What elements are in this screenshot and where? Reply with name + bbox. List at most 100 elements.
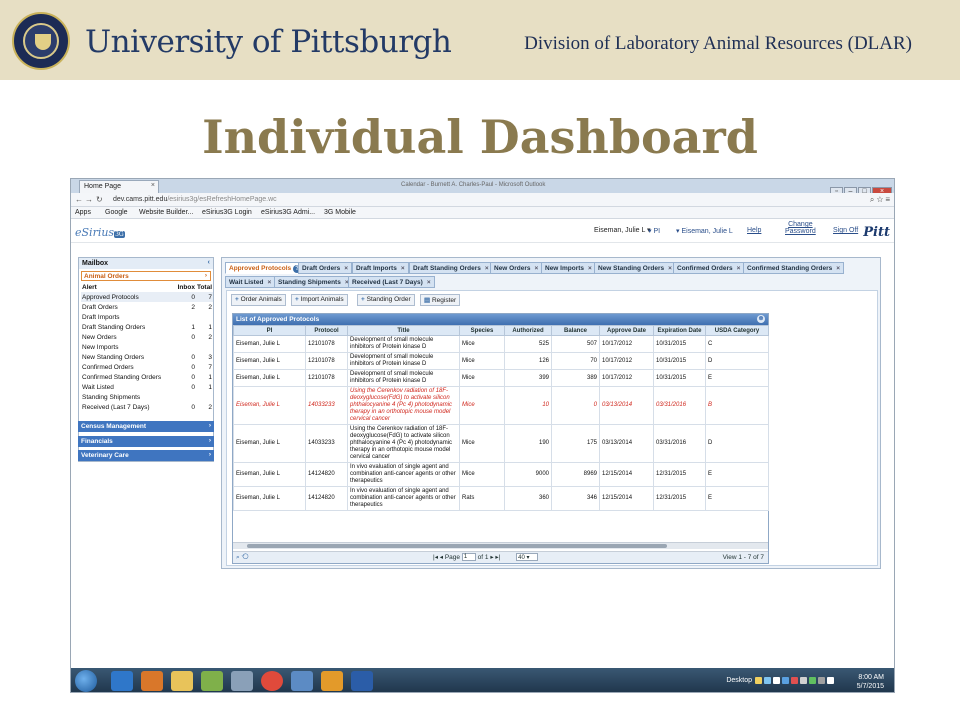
bookmark-google[interactable]: Google	[105, 209, 128, 216]
column-header[interactable]: Authorized	[504, 325, 552, 336]
tab-confirmed-standing-orders[interactable]: Confirmed Standing Orders ×	[743, 262, 845, 274]
page-input[interactable]: 1	[461, 553, 476, 562]
tab-new-standing-orders[interactable]: New Standing Orders ×	[594, 262, 676, 274]
bookmark-esirius-login[interactable]: eSirius3G Login	[202, 209, 252, 216]
financials-section[interactable]: Financials ›	[78, 436, 214, 447]
start-button[interactable]	[75, 670, 97, 692]
tab-confirmed-orders[interactable]: Confirmed Orders ×	[673, 262, 745, 274]
close-icon[interactable]: ×	[668, 265, 672, 272]
search-icon[interactable]: ⌕ ⟲	[236, 554, 248, 562]
table-row[interactable]: Eiseman, Julie L 14033233 Using the Cerenk…	[233, 424, 769, 463]
close-icon[interactable]: ×	[427, 279, 431, 286]
back-icon[interactable]: ←	[75, 195, 83, 204]
order-animals-button[interactable]: + Order Animals	[231, 294, 286, 306]
clock[interactable]: 8:00 AM 5/7/2015	[857, 673, 884, 691]
census-management-section[interactable]: Census Management ›	[78, 421, 214, 432]
animal-orders-section[interactable]: Animal Orders ›	[81, 271, 211, 281]
close-icon[interactable]: ×	[151, 182, 155, 189]
column-header[interactable]: Expiration Date	[653, 325, 706, 336]
explorer-icon[interactable]	[201, 671, 223, 691]
prev-page-icon[interactable]: ◂	[440, 554, 443, 561]
bookmark-esirius-admin[interactable]: eSirius3G Admi...	[261, 209, 315, 216]
close-icon[interactable]: ×	[836, 265, 840, 272]
standing-order-button[interactable]: + Standing Order	[357, 294, 415, 306]
tab-draft-standing-orders[interactable]: Draft Standing Orders ×	[409, 262, 493, 274]
column-header[interactable]: Species	[459, 325, 505, 336]
alert-row[interactable]: Confirmed Orders 0 7	[81, 362, 213, 372]
column-header[interactable]: Protocol	[305, 325, 348, 336]
zoom-icon[interactable]: ⌕	[870, 195, 874, 204]
alert-row[interactable]: Received (Last 7 Days) 0 2	[81, 402, 213, 412]
next-page-icon[interactable]: ▸	[490, 554, 493, 561]
ie-icon[interactable]	[111, 671, 133, 691]
close-icon[interactable]: ×	[485, 265, 489, 272]
table-row[interactable]: Eiseman, Julie L 14124820 In vivo evaluati…	[233, 462, 769, 487]
tab-draft-orders[interactable]: Draft Orders ×	[298, 262, 353, 274]
word-icon[interactable]	[351, 671, 373, 691]
url-field[interactable]: dev.cams.pitt.edu/esirius3g/esRefreshHom…	[113, 195, 833, 205]
close-icon[interactable]: ×	[267, 279, 271, 286]
table-row[interactable]: Eiseman, Julie L 14033233 Using the Cerenk…	[233, 386, 769, 425]
bookmark-apps[interactable]: Apps	[75, 209, 91, 216]
alert-row[interactable]: Approved Protocols 0 7	[81, 292, 213, 302]
tray-icons[interactable]	[755, 677, 847, 685]
bookmark-website-builder[interactable]: Website Builder...	[139, 209, 193, 216]
scrollbar-thumb[interactable]	[247, 544, 667, 548]
alert-row[interactable]: Draft Orders 2 2	[81, 302, 213, 312]
alert-row[interactable]: New Standing Orders 0 3	[81, 352, 213, 362]
close-icon[interactable]: ×	[535, 265, 539, 272]
close-icon[interactable]: ×	[344, 265, 348, 272]
table-row[interactable]: Eiseman, Julie L 12101078 Development of s…	[233, 335, 769, 353]
table-row[interactable]: Eiseman, Julie L 12101078 Development of s…	[233, 369, 769, 387]
tab-received-last-7-days[interactable]: Received (Last 7 Days) ×	[348, 276, 435, 288]
network-icon[interactable]	[291, 671, 313, 691]
role-select[interactable]: ▾ PI	[648, 227, 660, 235]
page-size-select[interactable]: 40 ▾	[516, 553, 539, 562]
column-header[interactable]: Approve Date	[599, 325, 654, 336]
reload-icon[interactable]: ↻	[96, 195, 103, 204]
import-animals-button[interactable]: + Import Animals	[291, 294, 348, 306]
table-row[interactable]: Eiseman, Julie L 12101078 Development of s…	[233, 352, 769, 370]
column-header[interactable]: PI	[233, 325, 306, 336]
table-row[interactable]: Eiseman, Julie L 14124820 In vivo evaluati…	[233, 486, 769, 511]
change-password-link[interactable]: Change Password	[785, 221, 816, 235]
register-button[interactable]: ▤ Register	[420, 294, 461, 306]
sign-off-link[interactable]: Sign Off	[833, 227, 858, 234]
chevron-left-icon[interactable]: ‹	[208, 259, 210, 266]
column-header[interactable]: Balance	[551, 325, 600, 336]
bookmark-3g-mobile[interactable]: 3G Mobile	[324, 209, 356, 216]
alert-row[interactable]: Draft Imports	[81, 312, 213, 322]
collapse-icon[interactable]: ⊗	[757, 315, 765, 323]
alert-row[interactable]: Confirmed Standing Orders 0 1	[81, 372, 213, 382]
desktop-toolbar[interactable]: Desktop	[726, 677, 752, 684]
alert-row[interactable]: Draft Standing Orders 1 1	[81, 322, 213, 332]
menu-icon[interactable]: ≡	[885, 195, 890, 204]
chrome-icon[interactable]	[261, 671, 283, 691]
close-icon[interactable]: ×	[588, 265, 592, 272]
column-header[interactable]: Title	[347, 325, 460, 336]
tab-wait-listed[interactable]: Wait Listed ×	[225, 276, 276, 288]
tab-new-orders[interactable]: New Orders ×	[490, 262, 543, 274]
close-icon[interactable]: ×	[737, 265, 741, 272]
alert-row[interactable]: Standing Shipments	[81, 392, 213, 402]
alert-row[interactable]: New Orders 0 2	[81, 332, 213, 342]
media-player-icon[interactable]	[141, 671, 163, 691]
user-select-2[interactable]: ▾ Eiseman, Julie L	[676, 227, 733, 235]
close-icon[interactable]: ×	[401, 265, 405, 272]
alert-row[interactable]: Wait Listed 0 1	[81, 382, 213, 392]
forward-icon[interactable]: →	[85, 195, 93, 204]
alert-row[interactable]: New Imports	[81, 342, 213, 352]
tab-draft-imports[interactable]: Draft Imports ×	[352, 262, 409, 274]
outlook-icon[interactable]	[321, 671, 343, 691]
browser-tab[interactable]: Home Page ×	[79, 180, 159, 193]
mailbox-header[interactable]: Mailbox ‹	[79, 258, 213, 269]
veterinary-care-section[interactable]: Veterinary Care ›	[78, 450, 214, 461]
tab-approved-protocols[interactable]: Approved Protocols?	[225, 262, 306, 274]
tab-new-imports[interactable]: New Imports ×	[541, 262, 596, 274]
document-icon[interactable]	[231, 671, 253, 691]
last-page-icon[interactable]: ▸|	[495, 554, 500, 561]
tab-standing-shipments[interactable]: Standing Shipments ×	[274, 276, 353, 288]
first-page-icon[interactable]: |◂	[433, 554, 438, 561]
column-header[interactable]: USDA Category	[705, 325, 769, 336]
folder-icon[interactable]	[171, 671, 193, 691]
